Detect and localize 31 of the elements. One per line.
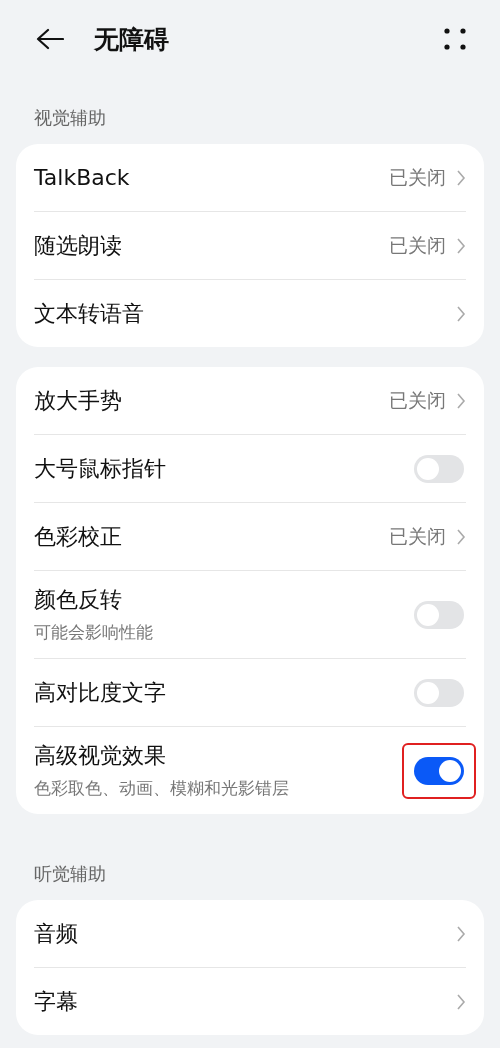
section-label: 视觉辅助 bbox=[33, 106, 107, 130]
setting-label: 高对比度文字 bbox=[34, 678, 167, 707]
chevron-right-icon bbox=[456, 527, 466, 546]
setting-label: 音频 bbox=[34, 919, 79, 948]
setting-label: 大号鼠标指针 bbox=[34, 454, 167, 483]
toggle-switch[interactable] bbox=[414, 678, 464, 707]
chevron-right-icon bbox=[456, 391, 466, 410]
chevron-right-icon bbox=[456, 924, 466, 943]
chevron-right-icon bbox=[456, 304, 466, 323]
toggle-switch[interactable] bbox=[414, 600, 464, 629]
setting-value: 已关闭 bbox=[389, 387, 446, 413]
setting-label: 高级视觉效果 bbox=[34, 742, 167, 770]
chevron-right-icon bbox=[456, 168, 466, 187]
chevron-right-icon bbox=[456, 992, 466, 1011]
setting-description: 可能会影响性能 bbox=[34, 621, 154, 644]
setting-value: 已关闭 bbox=[389, 164, 446, 190]
setting-value: 已关闭 bbox=[389, 232, 446, 258]
setting-label: 颜色反转 bbox=[34, 586, 123, 614]
toggle-switch[interactable] bbox=[414, 756, 464, 785]
setting-description: 色彩取色、动画、模糊和光影错层 bbox=[34, 777, 290, 800]
chevron-right-icon bbox=[456, 236, 466, 255]
setting-label: 放大手势 bbox=[34, 386, 123, 415]
setting-value: 已关闭 bbox=[389, 523, 446, 549]
page-title: 无障碍 bbox=[94, 23, 170, 56]
section-label: 听觉辅助 bbox=[33, 862, 107, 886]
setting-label: 随选朗读 bbox=[34, 231, 123, 260]
toggle-switch[interactable] bbox=[414, 454, 464, 483]
setting-label: 色彩校正 bbox=[34, 522, 123, 551]
setting-label: 文本转语音 bbox=[34, 299, 145, 328]
setting-label: 字幕 bbox=[34, 987, 79, 1016]
setting-label: TalkBack bbox=[34, 165, 131, 190]
